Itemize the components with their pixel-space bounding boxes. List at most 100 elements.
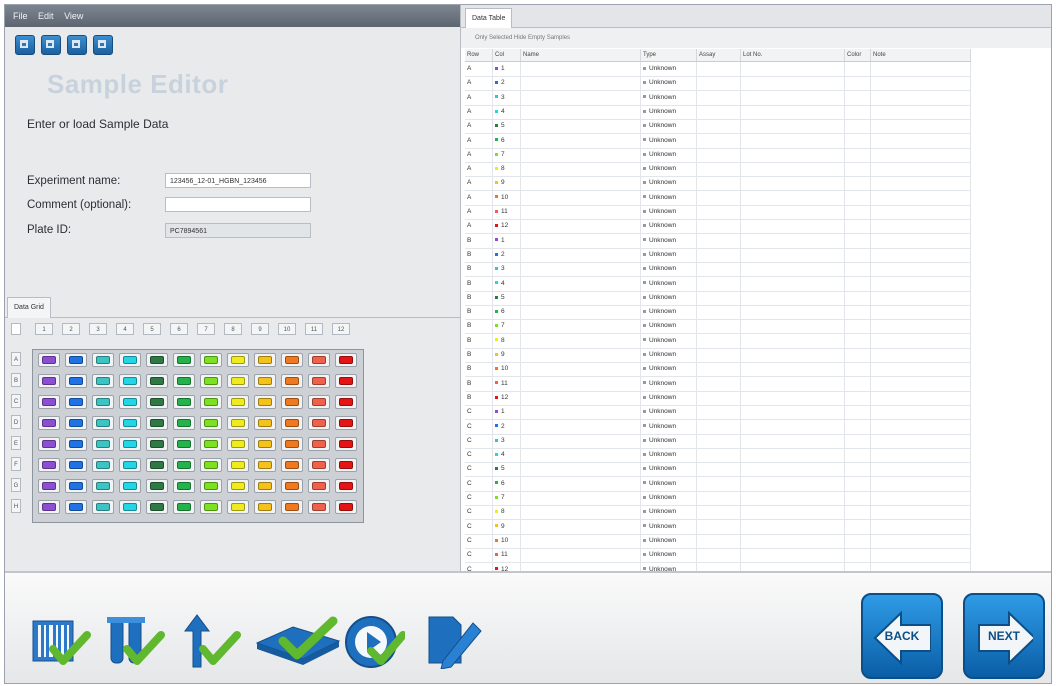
table-row[interactable]: C 2 Unknown — [465, 419, 971, 435]
type-cell[interactable]: Unknown — [641, 319, 697, 334]
table-row[interactable]: C 8 Unknown — [465, 505, 971, 521]
row-header[interactable]: B — [11, 373, 21, 387]
row-header[interactable]: D — [11, 415, 21, 429]
plate-well[interactable] — [254, 479, 276, 493]
table-row[interactable]: A 1 Unknown — [465, 62, 971, 77]
plate-well[interactable] — [281, 458, 303, 472]
plate-well[interactable] — [308, 437, 330, 451]
table-row[interactable]: C 10 Unknown — [465, 533, 971, 549]
table-row[interactable]: C 6 Unknown — [465, 476, 971, 492]
note-cell[interactable] — [871, 405, 971, 420]
note-cell[interactable] — [871, 62, 971, 76]
lot-cell[interactable] — [741, 233, 845, 248]
type-cell[interactable]: Unknown — [641, 62, 697, 76]
lot-cell[interactable] — [741, 405, 845, 420]
plate-well[interactable] — [173, 458, 195, 472]
column-header[interactable]: 8 — [224, 323, 242, 335]
plate-well[interactable] — [38, 500, 60, 514]
type-cell[interactable]: Unknown — [641, 104, 697, 119]
plate-well[interactable] — [65, 500, 87, 514]
plate-well[interactable] — [308, 458, 330, 472]
type-cell[interactable]: Unknown — [641, 476, 697, 491]
note-cell[interactable] — [871, 548, 971, 563]
lot-cell[interactable] — [741, 104, 845, 119]
table-row[interactable]: B 4 Unknown — [465, 276, 971, 292]
plate-well[interactable] — [119, 353, 141, 367]
note-cell[interactable] — [871, 348, 971, 362]
name-cell[interactable] — [521, 147, 641, 162]
type-cell[interactable]: Unknown — [641, 376, 697, 391]
plate-well[interactable] — [65, 416, 87, 430]
type-cell[interactable]: Unknown — [641, 362, 697, 377]
table-column-header[interactable]: Note — [871, 49, 971, 61]
plate-well[interactable] — [92, 458, 114, 472]
plate-well[interactable] — [254, 458, 276, 472]
lot-cell[interactable] — [741, 147, 845, 162]
table-row[interactable]: A 12 Unknown — [465, 219, 971, 235]
table-row[interactable]: A 8 Unknown — [465, 162, 971, 178]
name-cell[interactable] — [521, 76, 641, 91]
lot-cell[interactable] — [741, 205, 845, 219]
tab-data-grid[interactable]: Data Grid — [7, 297, 51, 318]
lot-cell[interactable] — [741, 433, 845, 448]
lot-cell[interactable] — [741, 305, 845, 320]
plate-well[interactable] — [200, 374, 222, 388]
type-cell[interactable]: Unknown — [641, 491, 697, 505]
plate-well[interactable] — [227, 395, 249, 409]
note-cell[interactable] — [871, 276, 971, 291]
column-header[interactable]: 6 — [170, 323, 188, 335]
note-cell[interactable] — [871, 76, 971, 91]
column-header[interactable]: 10 — [278, 323, 296, 335]
type-cell[interactable]: Unknown — [641, 119, 697, 134]
note-cell[interactable] — [871, 505, 971, 520]
type-cell[interactable]: Unknown — [641, 262, 697, 277]
name-cell[interactable] — [521, 190, 641, 205]
lot-cell[interactable] — [741, 62, 845, 76]
plate-well[interactable] — [308, 416, 330, 430]
column-header[interactable]: 1 — [35, 323, 53, 335]
note-cell[interactable] — [871, 219, 971, 234]
barcode-check-icon[interactable] — [31, 613, 91, 669]
plate-well[interactable] — [38, 416, 60, 430]
plate-well[interactable] — [65, 353, 87, 367]
note-cell[interactable] — [871, 162, 971, 177]
plate-well[interactable] — [92, 500, 114, 514]
lot-cell[interactable] — [741, 448, 845, 463]
plate-well[interactable] — [38, 458, 60, 472]
plate-well[interactable] — [281, 374, 303, 388]
plate-well[interactable] — [281, 479, 303, 493]
type-cell[interactable]: Unknown — [641, 176, 697, 191]
transfer-check-icon[interactable] — [181, 613, 241, 669]
name-cell[interactable] — [521, 433, 641, 448]
plate-well[interactable] — [308, 395, 330, 409]
table-row[interactable]: A 9 Unknown — [465, 176, 971, 192]
note-cell[interactable] — [871, 176, 971, 191]
name-cell[interactable] — [521, 162, 641, 177]
column-header[interactable]: 2 — [62, 323, 80, 335]
name-cell[interactable] — [521, 376, 641, 391]
plate-well[interactable] — [254, 395, 276, 409]
lot-cell[interactable] — [741, 190, 845, 205]
table-row[interactable]: C 1 Unknown — [465, 405, 971, 421]
name-cell[interactable] — [521, 519, 641, 534]
back-button[interactable]: BACK — [861, 593, 943, 679]
run-check-icon[interactable] — [345, 613, 405, 669]
table-row[interactable]: B 10 Unknown — [465, 362, 971, 378]
note-cell[interactable] — [871, 233, 971, 248]
plate-well[interactable] — [146, 500, 168, 514]
table-row[interactable]: B 11 Unknown — [465, 376, 971, 392]
plate-well[interactable] — [308, 500, 330, 514]
type-cell[interactable]: Unknown — [641, 247, 697, 262]
note-cell[interactable] — [871, 262, 971, 277]
lot-cell[interactable] — [741, 162, 845, 177]
name-cell[interactable] — [521, 348, 641, 362]
name-cell[interactable] — [521, 219, 641, 234]
name-cell[interactable] — [521, 405, 641, 420]
note-cell[interactable] — [871, 133, 971, 148]
plate-well[interactable] — [146, 374, 168, 388]
plate-well[interactable] — [146, 395, 168, 409]
name-cell[interactable] — [521, 476, 641, 491]
plate-well[interactable] — [254, 500, 276, 514]
row-header[interactable]: C — [11, 394, 21, 408]
plate-well[interactable] — [38, 353, 60, 367]
